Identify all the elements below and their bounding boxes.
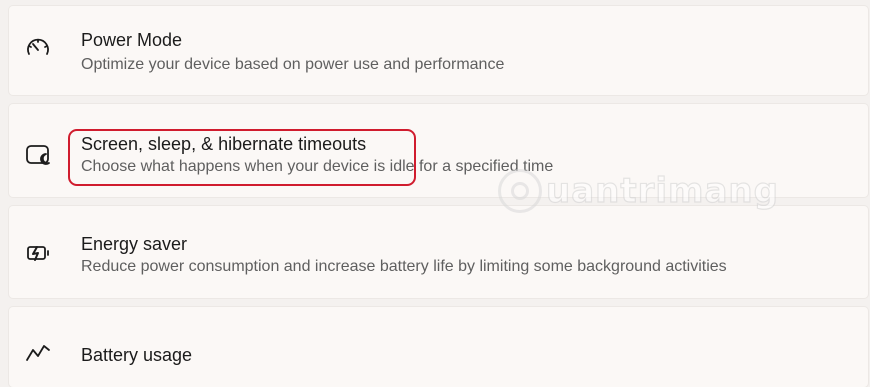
battery-usage-chart-icon — [23, 337, 53, 367]
setting-power-mode[interactable]: Power Mode Optimize your device based on… — [9, 6, 868, 95]
energy-saver-icon — [23, 238, 53, 268]
setting-screen-sleep-timeouts[interactable]: Screen, sleep, & hibernate timeouts Choo… — [9, 104, 868, 197]
speedometer-icon — [23, 34, 53, 64]
setting-energy-saver[interactable]: Energy saver Reduce power consumption an… — [9, 206, 868, 298]
setting-description: Choose what happens when your device is … — [81, 158, 554, 175]
setting-title: Energy saver — [81, 234, 188, 254]
screen-sleep-icon — [23, 140, 53, 170]
setting-battery-usage[interactable]: Battery usage — [9, 307, 868, 387]
setting-description: Optimize your device based on power use … — [81, 56, 505, 73]
setting-description: Reduce power consumption and increase ba… — [81, 258, 727, 275]
setting-title: Power Mode — [81, 30, 183, 50]
setting-title: Battery usage — [81, 345, 193, 365]
setting-title: Screen, sleep, & hibernate timeouts — [81, 134, 367, 154]
